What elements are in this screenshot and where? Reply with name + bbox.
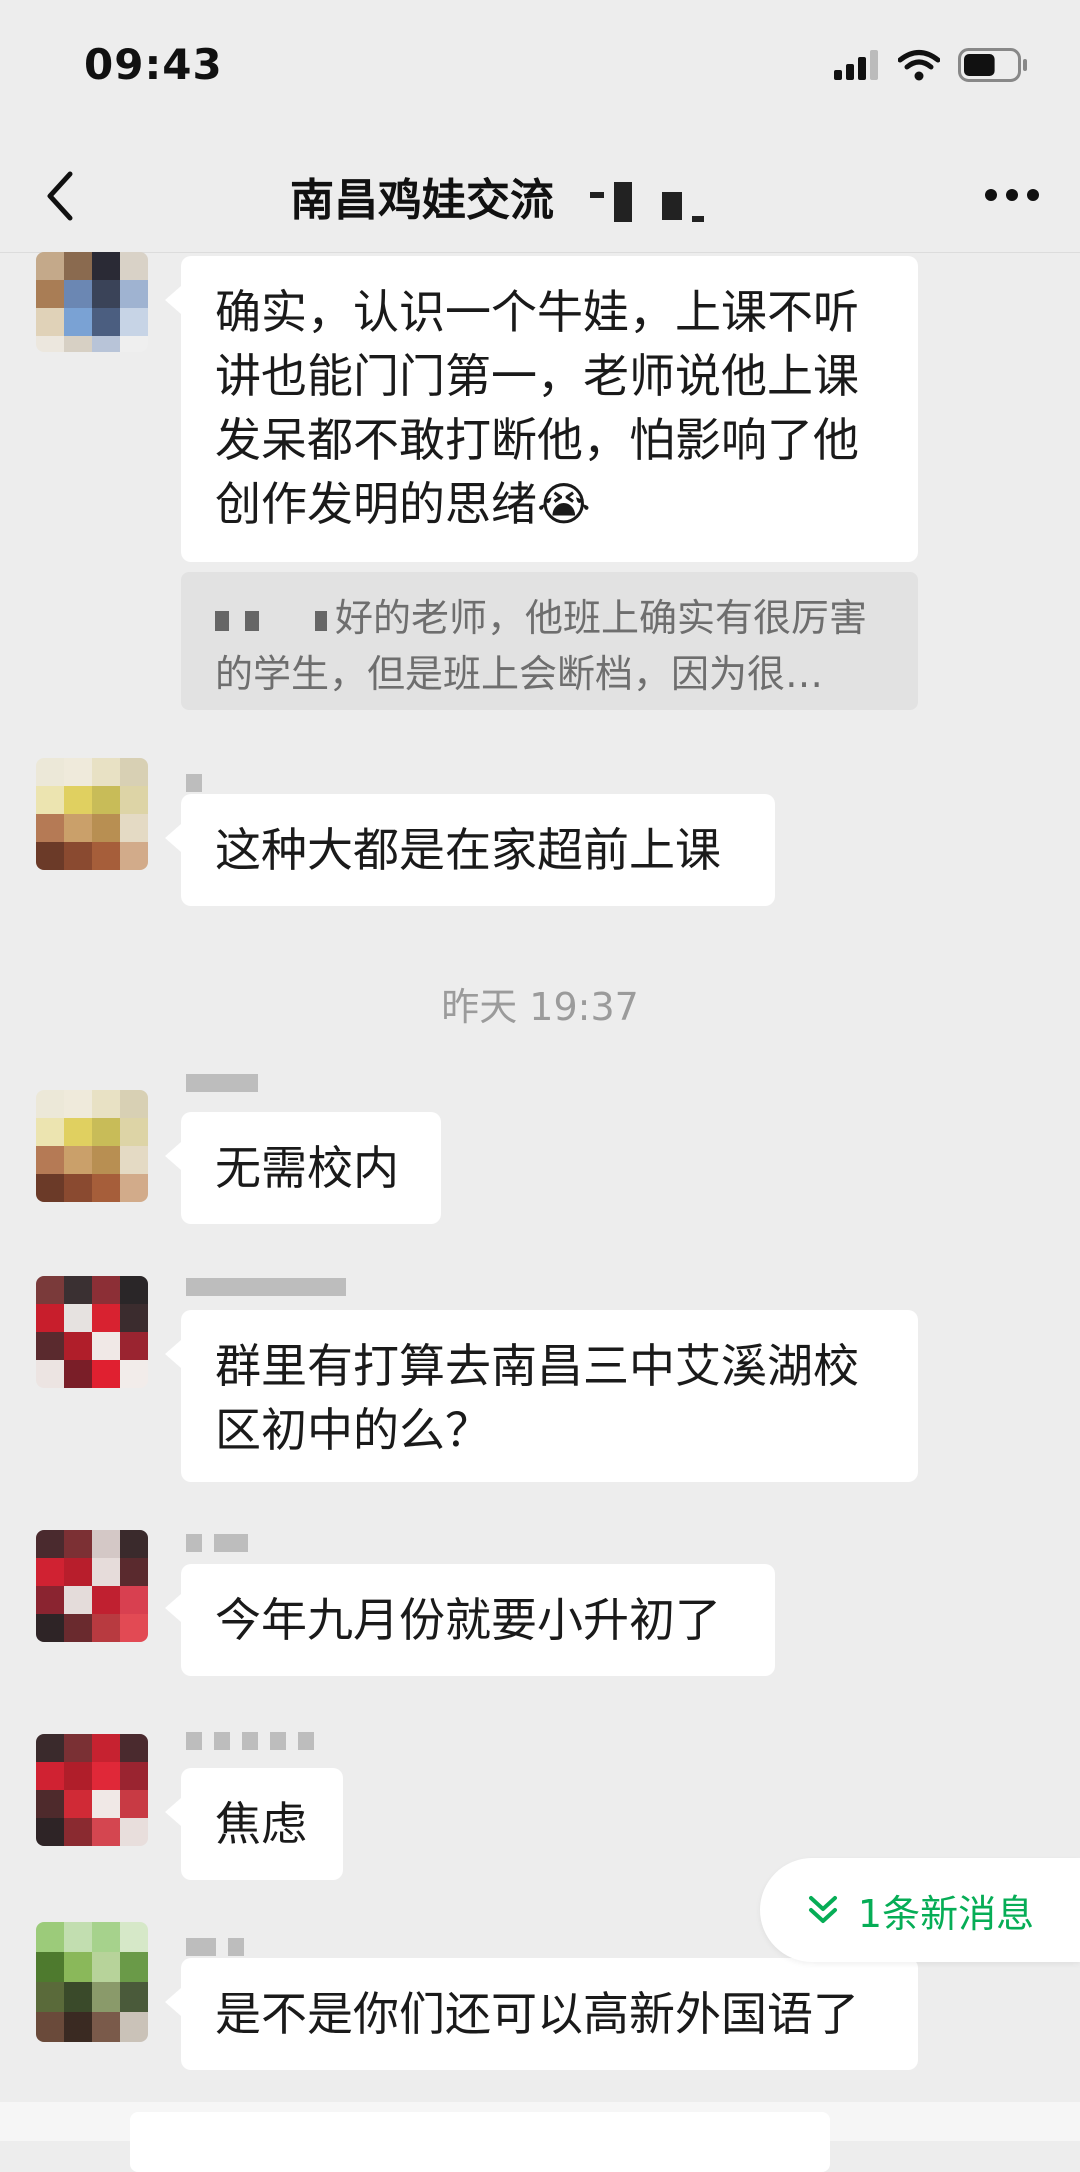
sender-name-redacted <box>186 1938 244 1956</box>
timestamp: 昨天 19:37 <box>441 985 639 1029</box>
message-text: 群里有打算去南昌三中艾溪湖校区初中的么？ <box>215 1339 859 1457</box>
avatar[interactable] <box>36 1090 148 1202</box>
message-bubble[interactable]: 今年九月份就要小升初了 <box>165 1564 775 1676</box>
battery-icon <box>958 48 1027 82</box>
status-bar: 09:43 <box>0 0 1080 140</box>
message-text: 是不是你们还可以高新外国语了 <box>215 1987 859 2041</box>
crying-laughing-emoji: 😭 <box>537 477 591 531</box>
back-icon[interactable] <box>40 166 80 226</box>
avatar[interactable] <box>36 1276 148 1388</box>
avatar[interactable] <box>36 758 148 870</box>
message-bubble[interactable]: 是不是你们还可以高新外国语了 <box>165 1958 918 2070</box>
chat-title: 南昌鸡娃交流 <box>290 175 554 226</box>
sender-name-redacted <box>186 1074 258 1092</box>
message-bubble[interactable]: 这种大都是在家超前上课 <box>165 794 775 906</box>
avatar[interactable] <box>36 1530 148 1642</box>
message-text: 无需校内 <box>215 1141 399 1195</box>
quote-sender-redacted <box>215 610 335 631</box>
message-input[interactable] <box>130 2112 830 2172</box>
message-bubble[interactable]: 群里有打算去南昌三中艾溪湖校区初中的么？ <box>165 1310 918 1482</box>
message-text: 今年九月份就要小升初了 <box>215 1593 721 1647</box>
avatar[interactable] <box>36 252 148 352</box>
sender-name-redacted <box>186 1534 248 1552</box>
status-icons <box>834 48 1028 82</box>
message-text: 这种大都是在家超前上课 <box>215 823 721 877</box>
avatar[interactable] <box>36 1922 148 2042</box>
new-message-label: 1条新消息 <box>857 1891 1035 1936</box>
message-bubble[interactable]: 无需校内 <box>165 1112 441 1224</box>
message-text: 焦虑 <box>215 1797 307 1851</box>
chat-list[interactable]: 确实，认识一个牛娃，上课不听讲也能门门第一，老师说他上课发呆都不敢打断他，怕影响… <box>0 252 1080 2102</box>
more-icon[interactable] <box>984 188 1040 202</box>
double-chevron-down-icon <box>808 1896 837 1923</box>
quoted-message[interactable]: 好的老师，他班上确实有很厉害的学生，但是班上会断档，因为很… <box>181 572 918 710</box>
message-bubble[interactable]: 焦虑 <box>165 1768 343 1880</box>
status-time: 09:43 <box>84 40 223 89</box>
avatar[interactable] <box>36 1734 148 1846</box>
sender-name-redacted <box>186 1732 314 1750</box>
input-bar <box>0 2102 1080 2172</box>
chat-header: 南昌鸡娃交流 <box>0 140 1080 253</box>
title-redacted <box>590 182 704 222</box>
sender-name-redacted <box>186 774 202 792</box>
signal-icon <box>834 50 878 80</box>
wifi-icon <box>898 50 940 81</box>
sender-name-redacted <box>186 1278 346 1296</box>
new-message-button[interactable]: 1条新消息 <box>760 1858 1080 1962</box>
message-bubble[interactable]: 确实，认识一个牛娃，上课不听讲也能门门第一，老师说他上课发呆都不敢打断他，怕影响… <box>165 256 918 562</box>
